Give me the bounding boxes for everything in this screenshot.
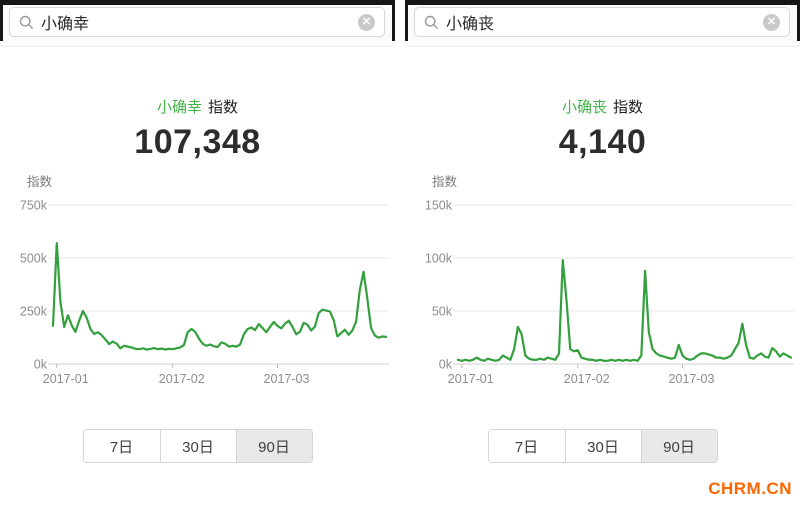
search-icon xyxy=(19,15,34,29)
screenshot-left-edge xyxy=(0,0,3,41)
keyword-label: 小确幸 xyxy=(156,99,202,116)
range-selector: 7日 30日 90日 xyxy=(82,429,313,463)
trend-chart: 750k 500k 250k 0k 指数 2017-01 2017-02 2017-03 xyxy=(0,168,395,400)
range-7d-button[interactable]: 7日 xyxy=(83,430,160,462)
range-7d-button[interactable]: 7日 xyxy=(488,430,565,462)
svg-text:2017-03: 2017-03 xyxy=(669,372,715,386)
svg-text:100k: 100k xyxy=(425,252,453,266)
svg-text:0k: 0k xyxy=(34,358,48,372)
svg-text:500k: 500k xyxy=(20,252,48,266)
clear-search-icon[interactable]: ✕ xyxy=(358,13,375,31)
range-30d-button[interactable]: 30日 xyxy=(159,430,236,462)
search-input[interactable]: 小确丧 ✕ xyxy=(414,7,790,37)
index-value: 107,348 xyxy=(134,123,261,161)
clear-search-icon[interactable]: ✕ xyxy=(763,13,780,31)
range-90d-button[interactable]: 90日 xyxy=(235,430,312,462)
svg-text:2017-01: 2017-01 xyxy=(448,372,494,386)
search-input[interactable]: 小确幸 ✕ xyxy=(9,7,385,37)
svg-text:指数: 指数 xyxy=(27,174,53,189)
trend-chart: 150k 100k 50k 0k 指数 2017-01 2017-02 2017-03 xyxy=(405,168,800,400)
svg-text:2017-03: 2017-03 xyxy=(264,372,310,386)
svg-text:2017-01: 2017-01 xyxy=(43,372,89,386)
svg-text:2017-02: 2017-02 xyxy=(159,372,205,386)
screenshot-top-edge xyxy=(0,0,395,5)
index-value: 4,140 xyxy=(558,123,647,161)
svg-text:2017-02: 2017-02 xyxy=(564,372,610,386)
screenshot-left-edge xyxy=(405,0,408,41)
search-icon xyxy=(424,15,439,29)
range-30d-button[interactable]: 30日 xyxy=(564,430,641,462)
index-title: 小确丧 指数 xyxy=(405,96,800,117)
index-title: 小确幸 指数 xyxy=(0,96,395,117)
svg-text:指数: 指数 xyxy=(432,174,458,189)
index-suffix-label: 指数 xyxy=(613,99,644,116)
watermark: CHRM.CN xyxy=(708,479,792,498)
index-panel-right: 小确丧 ✕ 小确丧 指数 4,140 150k 100k 50k 0k 指数 2017-01… xyxy=(405,0,800,506)
svg-text:50k: 50k xyxy=(432,305,453,319)
index-suffix-label: 指数 xyxy=(208,99,239,116)
svg-text:250k: 250k xyxy=(20,305,48,319)
svg-text:750k: 750k xyxy=(20,199,48,213)
range-selector: 7日 30日 90日 xyxy=(487,429,718,463)
screenshot-top-edge xyxy=(405,0,800,5)
range-90d-button[interactable]: 90日 xyxy=(640,430,717,462)
index-panel-left: 小确幸 ✕ 小确幸 指数 107,348 750k 500k 250k 0k 指数 2017… xyxy=(0,0,395,506)
search-query-text[interactable]: 小确丧 xyxy=(446,10,763,34)
screenshot-right-edge xyxy=(392,0,395,41)
search-query-text[interactable]: 小确幸 xyxy=(41,10,358,34)
svg-text:150k: 150k xyxy=(425,199,453,213)
keyword-label: 小确丧 xyxy=(561,99,607,116)
svg-text:0k: 0k xyxy=(439,358,453,372)
